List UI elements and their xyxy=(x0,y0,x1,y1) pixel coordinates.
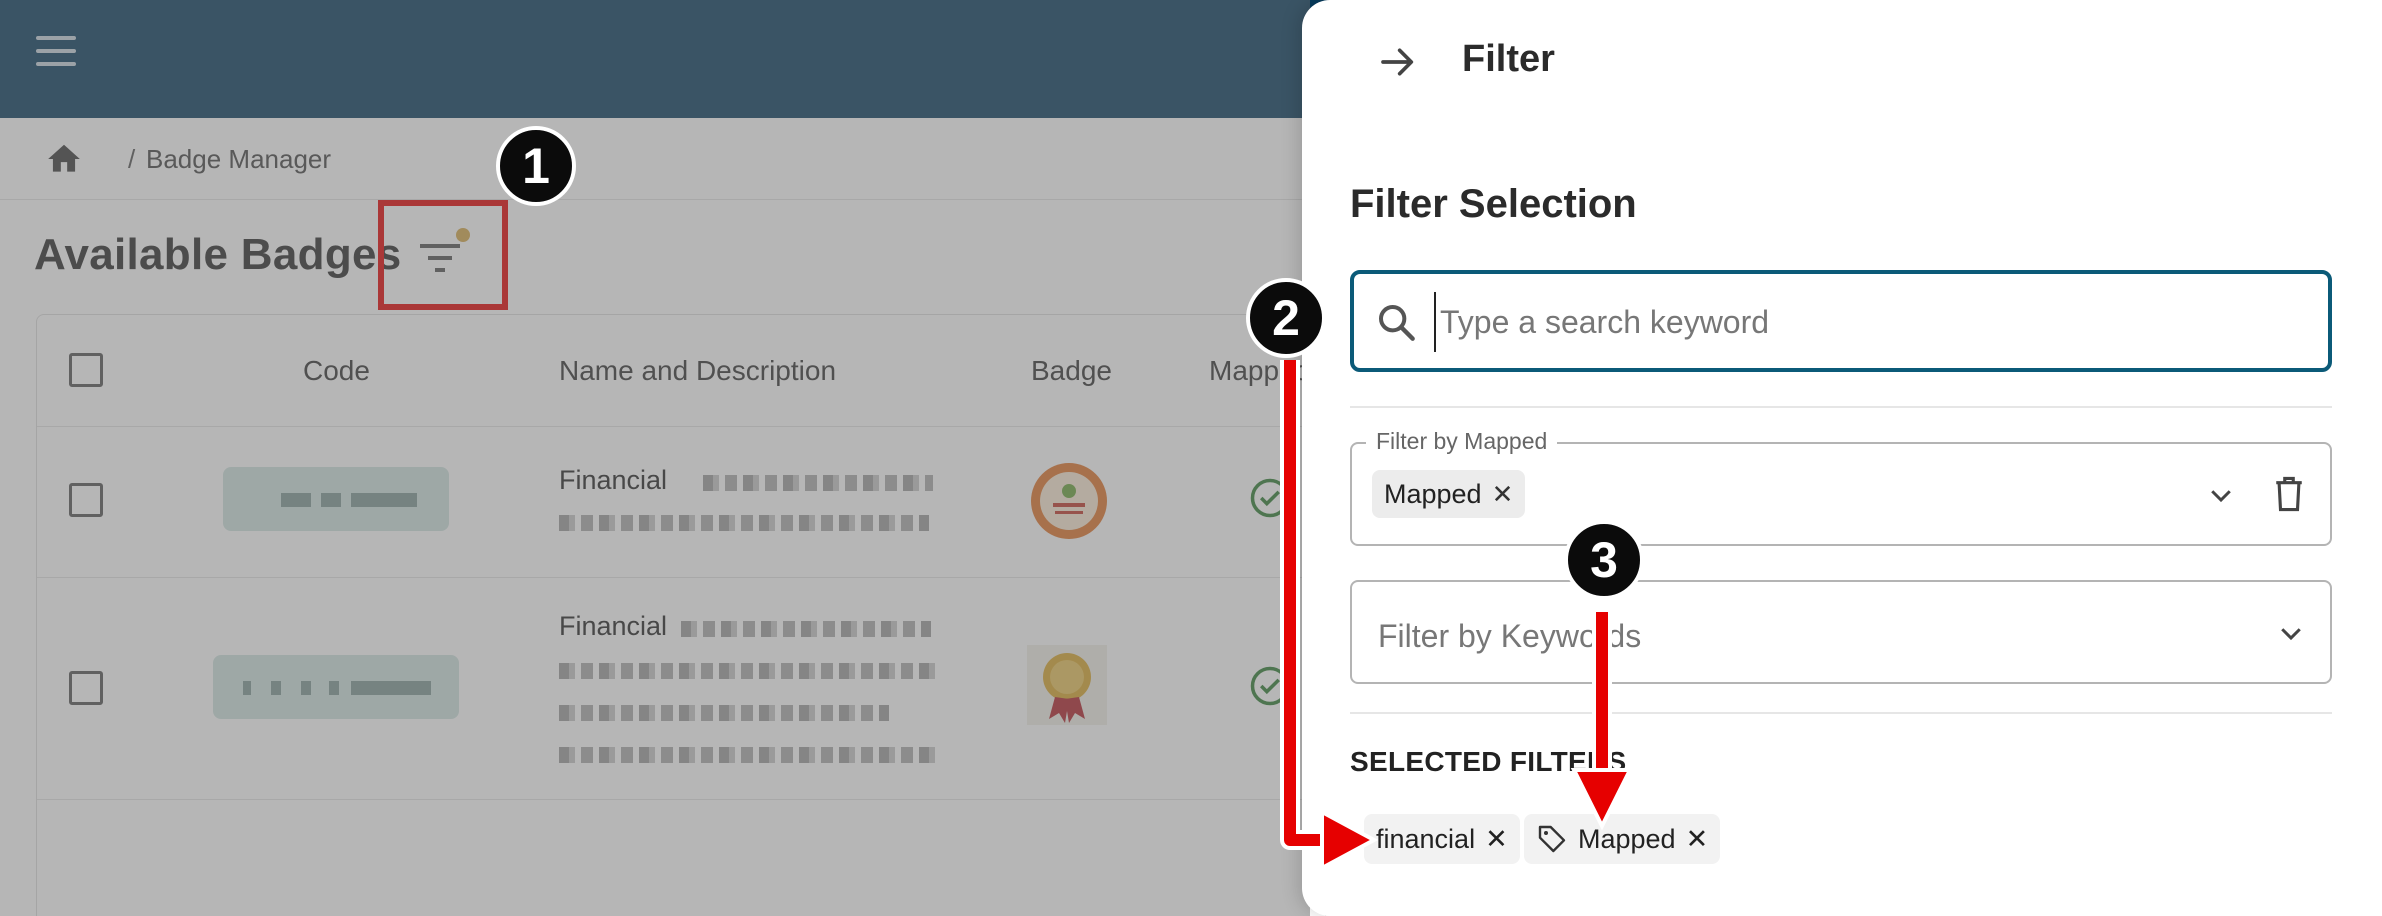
mapped-chip[interactable]: Mapped ✕ xyxy=(1372,470,1526,518)
chevron-down-icon[interactable] xyxy=(2276,618,2306,648)
filter-by-keywords-placeholder: Filter by Keywords xyxy=(1378,618,1642,654)
filter-drawer: Filter Filter Selection Filter by Mapped… xyxy=(1302,0,2382,916)
selected-filter-financial[interactable]: financial ✕ xyxy=(1364,814,1520,864)
callout-1: 1 xyxy=(496,126,576,206)
selected-filters-title: SELECTED FILTERS xyxy=(1350,746,1627,777)
selected-filter-mapped[interactable]: Mapped ✕ xyxy=(1524,814,1721,864)
drawer-title: Filter xyxy=(1462,38,1555,80)
modal-backdrop[interactable] xyxy=(0,0,1310,916)
filter-by-mapped-label: Filter by Mapped xyxy=(1366,428,1558,455)
close-icon[interactable]: ✕ xyxy=(1686,824,1709,855)
arrow-right-icon[interactable] xyxy=(1378,42,1418,82)
callout-2: 2 xyxy=(1246,278,1326,358)
trash-icon[interactable] xyxy=(2272,474,2306,514)
filter-by-mapped-field[interactable]: Filter by Mapped Mapped ✕ xyxy=(1350,428,2332,546)
search-field[interactable] xyxy=(1350,270,2332,372)
filter-by-keywords-field[interactable]: Filter by Keywords xyxy=(1350,580,2332,684)
search-input[interactable] xyxy=(1434,292,2314,352)
search-icon xyxy=(1379,305,1415,341)
tag-icon xyxy=(1538,825,1566,853)
close-icon[interactable]: ✕ xyxy=(1492,479,1514,510)
filter-selection-title: Filter Selection xyxy=(1350,182,1637,226)
close-icon[interactable]: ✕ xyxy=(1485,824,1508,855)
callout-3: 3 xyxy=(1564,520,1644,600)
chevron-down-icon[interactable] xyxy=(2206,480,2236,510)
